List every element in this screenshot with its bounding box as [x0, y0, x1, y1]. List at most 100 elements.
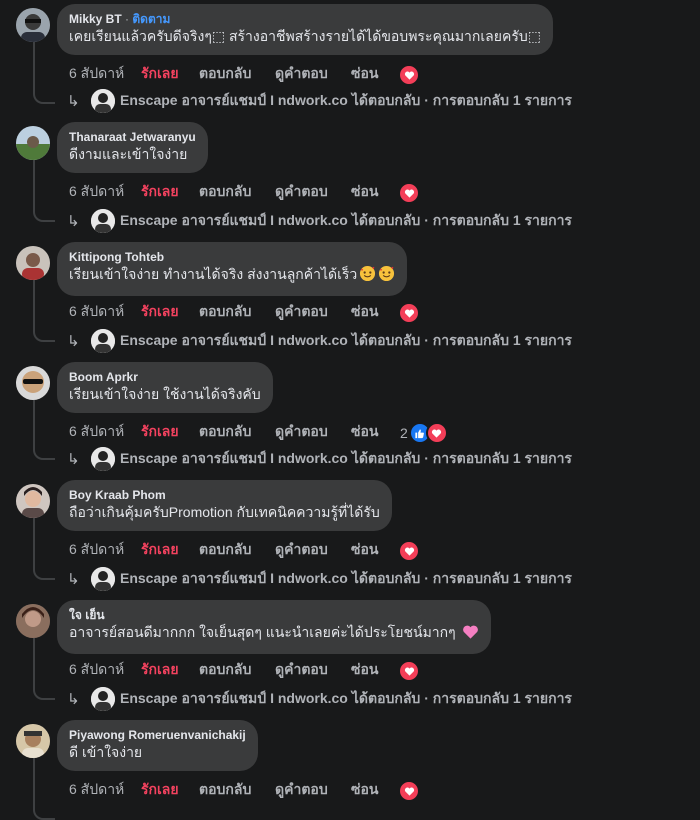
reply-summary[interactable]: ↳ Enscape อาจารย์แชมป์ I ndwork.co ได้ตอ… — [67, 328, 572, 354]
reaction-summary[interactable]: 2 — [400, 422, 448, 444]
reply-summary[interactable]: ↳ Enscape อาจารย์แชมป์ I ndwork.co ได้ตอ… — [67, 566, 572, 592]
reply-button[interactable]: ตอบกลับ — [199, 302, 251, 320]
reply-count[interactable]: ได้ตอบกลับ · การตอบกลับ 1 รายการ — [352, 568, 572, 590]
reply-count[interactable]: ได้ตอบกลับ · การตอบกลับ 1 รายการ — [352, 688, 572, 710]
reaction-summary[interactable] — [398, 182, 420, 204]
avatar[interactable] — [16, 604, 50, 638]
reply-button[interactable]: ตอบกลับ — [199, 422, 251, 440]
pink-heart-icon — [462, 624, 479, 645]
heart-reaction-icon — [398, 64, 420, 86]
avatar — [91, 209, 115, 233]
see-replies-button[interactable]: ดูคำตอบ — [275, 422, 328, 440]
reply-count[interactable]: ได้ตอบกลับ · การตอบกลับ 1 รายการ — [352, 448, 572, 470]
reply-summary[interactable]: ↳ Enscape อาจารย์แชมป์ I ndwork.co ได้ตอ… — [67, 446, 572, 472]
love-button[interactable]: รักเลย — [141, 422, 179, 440]
reaction-summary[interactable] — [398, 302, 420, 324]
hide-button[interactable]: ซ่อน — [351, 302, 378, 320]
timestamp[interactable]: 6 สัปดาห์ — [69, 660, 124, 678]
heart-reaction-icon — [398, 540, 420, 562]
reply-arrow-icon: ↳ — [67, 571, 80, 588]
hide-button[interactable]: ซ่อน — [351, 182, 378, 200]
comment-author[interactable]: Thanaraat Jetwaranyu — [69, 130, 196, 145]
thread-line — [33, 42, 55, 104]
see-replies-button[interactable]: ดูคำตอบ — [275, 64, 328, 82]
see-replies-button[interactable]: ดูคำตอบ — [275, 780, 328, 798]
see-replies-button[interactable]: ดูคำตอบ — [275, 540, 328, 558]
reply-arrow-icon: ↳ — [67, 213, 80, 230]
love-button[interactable]: รักเลย — [141, 780, 179, 798]
comment-bubble: Mikky BT · ติดตาม เคยเรียนแล้วครับดีจริง… — [57, 4, 553, 55]
comment-text: ดี เข้าใจง่าย — [69, 744, 143, 760]
avatar[interactable] — [16, 8, 50, 42]
see-replies-button[interactable]: ดูคำตอบ — [275, 660, 328, 678]
comment-text: เรียนเข้าใจง่าย ทำงานได้จริง ส่งงานลูกค้… — [69, 265, 395, 287]
see-replies-button[interactable]: ดูคำตอบ — [275, 302, 328, 320]
reply-count[interactable]: ได้ตอบกลับ · การตอบกลับ 1 รายการ — [352, 210, 572, 232]
reply-button[interactable]: ตอบกลับ — [199, 64, 251, 82]
timestamp[interactable]: 6 สัปดาห์ — [69, 540, 124, 558]
reply-author[interactable]: Enscape อาจารย์แชมป์ I ndwork.co — [120, 210, 348, 232]
avatar[interactable] — [16, 484, 50, 518]
avatar — [91, 687, 115, 711]
reaction-summary[interactable] — [398, 64, 420, 86]
reaction-summary[interactable] — [398, 540, 420, 562]
timestamp[interactable]: 6 สัปดาห์ — [69, 780, 124, 798]
reply-count[interactable]: ได้ตอบกลับ · การตอบกลับ 1 รายการ — [352, 90, 572, 112]
reply-button[interactable]: ตอบกลับ — [199, 182, 251, 200]
follow-link[interactable]: ติดตาม — [132, 12, 170, 26]
reply-count[interactable]: ได้ตอบกลับ · การตอบกลับ 1 รายการ — [352, 330, 572, 352]
reply-author[interactable]: Enscape อาจารย์แชมป์ I ndwork.co — [120, 330, 348, 352]
reply-author[interactable]: Enscape อาจารย์แชมป์ I ndwork.co — [120, 688, 348, 710]
comment-author[interactable]: ใจ เย็น — [69, 608, 479, 623]
timestamp[interactable]: 6 สัปดาห์ — [69, 302, 124, 320]
hide-button[interactable]: ซ่อน — [351, 660, 378, 678]
hide-button[interactable]: ซ่อน — [351, 780, 378, 798]
thread-line — [33, 160, 55, 222]
comment-author[interactable]: Kittipong Tohteb — [69, 250, 395, 265]
comment-bubble: Kittipong Tohteb เรียนเข้าใจง่าย ทำงานได… — [57, 242, 408, 296]
thread-line — [33, 758, 55, 820]
comment-author: Mikky BT · ติดตาม — [69, 12, 541, 27]
timestamp[interactable]: 6 สัปดาห์ — [69, 64, 124, 82]
reaction-summary[interactable] — [398, 660, 420, 682]
comment-author[interactable]: Piyawong Romeruenvanichakij — [69, 728, 246, 743]
avatar[interactable] — [16, 126, 50, 160]
avatar[interactable] — [16, 724, 50, 758]
heart-reaction-icon — [398, 780, 420, 802]
love-button[interactable]: รักเลย — [141, 302, 179, 320]
hide-button[interactable]: ซ่อน — [351, 540, 378, 558]
reply-button[interactable]: ตอบกลับ — [199, 540, 251, 558]
avatar — [91, 89, 115, 113]
comment-text-content: อาจารย์สอนดีมากกก ใจเย็นสุดๆ แนะนำเลยค่ะ… — [69, 624, 456, 640]
timestamp[interactable]: 6 สัปดาห์ — [69, 182, 124, 200]
hide-button[interactable]: ซ่อน — [351, 64, 378, 82]
reaction-count: 2 — [400, 425, 408, 441]
reply-author[interactable]: Enscape อาจารย์แชมป์ I ndwork.co — [120, 90, 348, 112]
avatar[interactable] — [16, 246, 50, 280]
reply-button[interactable]: ตอบกลับ — [199, 780, 251, 798]
avatar — [91, 447, 115, 471]
timestamp[interactable]: 6 สัปดาห์ — [69, 422, 124, 440]
reply-author[interactable]: Enscape อาจารย์แชมป์ I ndwork.co — [120, 568, 348, 590]
see-replies-button[interactable]: ดูคำตอบ — [275, 182, 328, 200]
thread-line — [33, 400, 55, 460]
thread-line — [33, 518, 55, 580]
avatar[interactable] — [16, 366, 50, 400]
hide-button[interactable]: ซ่อน — [351, 422, 378, 440]
love-button[interactable]: รักเลย — [141, 64, 179, 82]
comment-text: เรียนเข้าใจง่าย ใช้งานได้จริงคับ — [69, 386, 261, 402]
thread-line — [33, 280, 55, 342]
reply-author[interactable]: Enscape อาจารย์แชมป์ I ndwork.co — [120, 448, 348, 470]
smiling-face-hearts-icon — [378, 265, 395, 287]
love-button[interactable]: รักเลย — [141, 660, 179, 678]
reply-summary[interactable]: ↳ Enscape อาจารย์แชมป์ I ndwork.co ได้ตอ… — [67, 686, 572, 712]
author-name[interactable]: Mikky BT — [69, 12, 122, 26]
love-button[interactable]: รักเลย — [141, 540, 179, 558]
reply-button[interactable]: ตอบกลับ — [199, 660, 251, 678]
reply-summary[interactable]: ↳ Enscape อาจารย์แชมป์ I ndwork.co ได้ตอ… — [67, 88, 572, 114]
comment-author[interactable]: Boom Aprkr — [69, 370, 261, 385]
comment-author[interactable]: Boy Kraab Phom — [69, 488, 380, 503]
reaction-summary[interactable] — [398, 780, 420, 802]
reply-summary[interactable]: ↳ Enscape อาจารย์แชมป์ I ndwork.co ได้ตอ… — [67, 208, 572, 234]
love-button[interactable]: รักเลย — [141, 182, 179, 200]
